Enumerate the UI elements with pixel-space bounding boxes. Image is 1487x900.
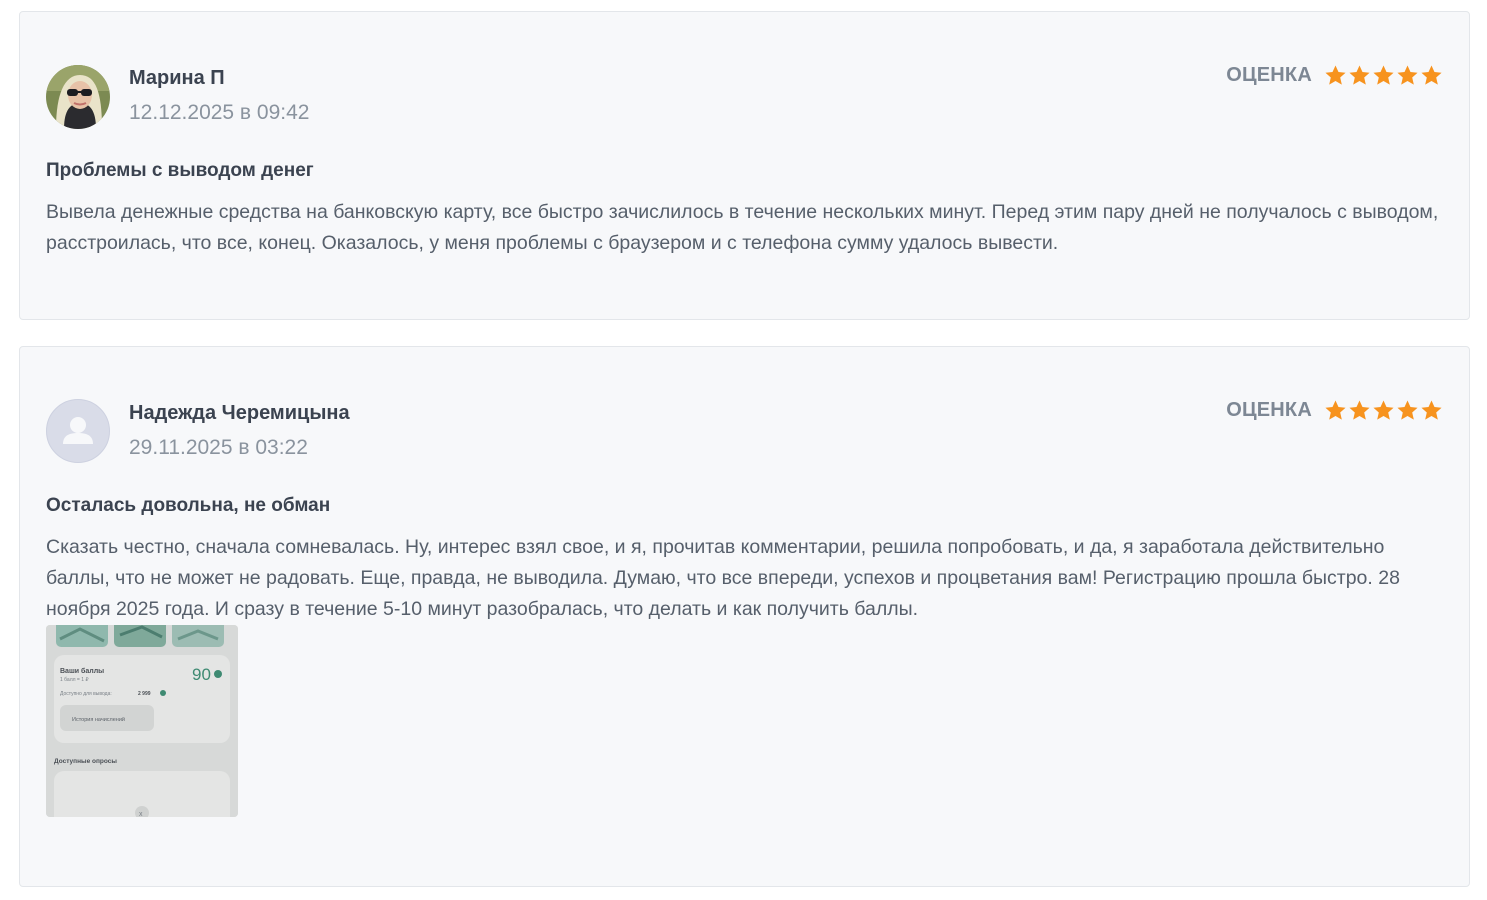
review-card: Марина П 12.12.2025 в 09:42 ОЦЕНКА Пробл… bbox=[19, 11, 1470, 320]
rating: ОЦЕНКА bbox=[1226, 399, 1443, 422]
svg-text:x: x bbox=[139, 811, 143, 817]
author-avatar[interactable] bbox=[46, 399, 110, 463]
author-name: Надежда Черемицына bbox=[129, 402, 350, 424]
star-icon bbox=[1397, 65, 1418, 85]
coin-icon bbox=[214, 670, 222, 678]
author-avatar[interactable] bbox=[46, 65, 110, 129]
star-icon bbox=[1421, 400, 1442, 420]
review-title: Проблемы с выводом денег bbox=[46, 160, 314, 181]
star-icon bbox=[1397, 400, 1418, 420]
user-icon bbox=[63, 417, 93, 444]
history-button: История начислений bbox=[72, 716, 125, 723]
screenshot-image: Ваши баллы 1 балл = 1 ₽ 90 Доступно для … bbox=[46, 625, 238, 817]
available-value: 2 999 bbox=[138, 691, 151, 697]
review-text: Вывела денежные средства на банковскую к… bbox=[46, 201, 1439, 254]
balance-value: 90 bbox=[192, 665, 211, 684]
author-name: Марина П bbox=[129, 67, 225, 89]
star-icon bbox=[1349, 65, 1370, 85]
star-icon bbox=[1325, 65, 1346, 85]
review-title: Осталась довольна, не обман bbox=[46, 495, 331, 516]
surveys-heading: Доступные опросы bbox=[54, 758, 117, 765]
available-label: Доступно для вывода: bbox=[60, 691, 112, 697]
avatar-photo-icon bbox=[46, 65, 110, 129]
balance-label: Ваши баллы bbox=[60, 667, 104, 675]
rating-label: ОЦЕНКА bbox=[1226, 399, 1312, 421]
rate-label: 1 балл = 1 ₽ bbox=[60, 677, 89, 683]
star-icon bbox=[1421, 65, 1442, 85]
star-icon bbox=[1373, 400, 1394, 420]
rating-stars bbox=[1324, 399, 1443, 422]
rating: ОЦЕНКА bbox=[1226, 64, 1443, 87]
review-text: Сказать честно, сначала сомневалась. Ну,… bbox=[46, 536, 1400, 620]
review-date: 12.12.2025 в 09:42 bbox=[129, 101, 310, 124]
review-date: 29.11.2025 в 03:22 bbox=[129, 436, 308, 459]
star-icon bbox=[1373, 65, 1394, 85]
rating-label: ОЦЕНКА bbox=[1226, 64, 1312, 86]
review-attachment-image[interactable]: Ваши баллы 1 балл = 1 ₽ 90 Доступно для … bbox=[46, 625, 238, 817]
star-icon bbox=[1325, 400, 1346, 420]
rating-stars bbox=[1324, 64, 1443, 87]
review-card: Надежда Черемицына 29.11.2025 в 03:22 ОЦ… bbox=[19, 346, 1470, 887]
star-icon bbox=[1349, 400, 1370, 420]
